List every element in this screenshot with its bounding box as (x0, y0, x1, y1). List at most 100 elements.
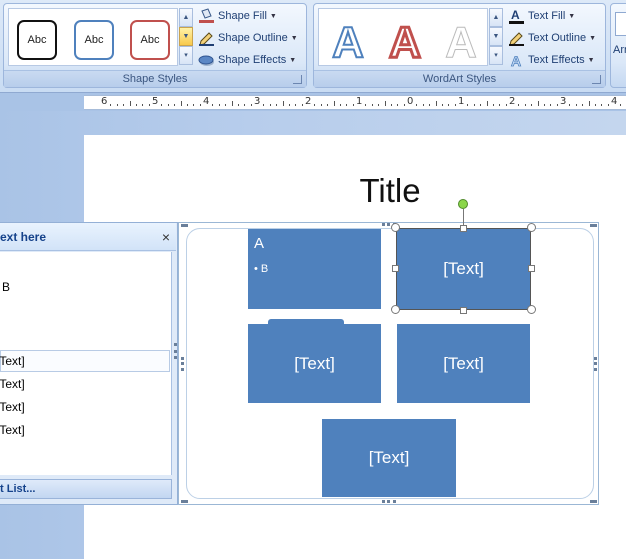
resize-handle-bottom[interactable] (460, 307, 467, 314)
ruler-tick (346, 104, 348, 106)
text-pane: ext here × B [Text] [Text] [Text] [Text]… (0, 222, 178, 505)
shape-fill-button[interactable]: Shape Fill ▼ (198, 6, 277, 26)
shape-effects-button[interactable]: Shape Effects ▼ (198, 50, 296, 70)
resize-handle-bl[interactable] (391, 305, 400, 314)
ruler-tick (295, 104, 297, 106)
text-pane-line[interactable]: [Text] (0, 397, 25, 417)
ruler-tick (142, 104, 144, 106)
arrange-icon[interactable] (615, 12, 626, 36)
wordart-preset-3[interactable]: A (436, 18, 486, 68)
shape-style-preset-2[interactable]: Abc (74, 20, 114, 60)
ruler-tick (454, 104, 456, 106)
ruler-tick (416, 104, 418, 106)
wordart-preset-1[interactable]: A (323, 17, 373, 68)
text-pane-line-text: [Text] (0, 423, 25, 437)
text-pane-line[interactable]: [Text] (0, 420, 25, 440)
smartart-shape[interactable]: [Text] (248, 324, 381, 403)
text-fill-button[interactable]: A Text Fill ▼ (508, 6, 575, 26)
shape-text: [Text] (368, 448, 410, 467)
smartart-shape[interactable]: [Text] (322, 419, 456, 497)
wordart-preset-label: A (331, 17, 365, 68)
text-fill-icon: A (508, 8, 525, 24)
ruler-tick (339, 104, 341, 106)
ruler-tick (390, 104, 392, 106)
ruler-tick (575, 104, 577, 106)
frame-corner-tr[interactable] (590, 224, 596, 227)
shape-effects-icon (198, 52, 215, 68)
close-icon[interactable]: × (162, 229, 170, 245)
ruler-tick (110, 104, 112, 106)
shape-style-preset-1[interactable]: Abc (17, 20, 57, 60)
ribbon: Abc Abc Abc ▲ ▼ ▾ Shape Fill ▼ Shape Outl… (0, 0, 626, 93)
ruler-tick (218, 104, 220, 106)
rotation-handle[interactable] (458, 199, 468, 209)
frame-grip-right[interactable] (594, 357, 597, 371)
dialog-launcher-icon[interactable] (592, 75, 601, 84)
dialog-launcher-icon[interactable] (293, 75, 302, 84)
gallery-more-button[interactable]: ▾ (179, 46, 193, 65)
shape-text: [Text] (443, 259, 484, 278)
horizontal-ruler[interactable]: 6 5 4 3 2 1 0 1 2 3 4 (84, 95, 626, 110)
ruler-tick (320, 104, 322, 106)
shape-outline-button[interactable]: Shape Outline ▼ (198, 28, 298, 48)
text-pane-body[interactable]: B [Text] [Text] [Text] [Text] (0, 252, 172, 475)
text-outline-button[interactable]: Text Outline ▼ (508, 28, 596, 48)
resize-handle-top[interactable] (460, 225, 467, 232)
ruler-tick (123, 104, 125, 106)
smartart-shape-selected[interactable]: [Text] (396, 228, 531, 310)
wordart-gallery-scroll: ▲ ▼ ▾ (489, 8, 503, 66)
gallery-up-button[interactable]: ▲ (179, 8, 193, 27)
text-pane-line[interactable]: [Text] (0, 351, 25, 371)
arrange-label[interactable]: Arr (613, 44, 626, 56)
text-pane-line[interactable]: B (2, 277, 10, 297)
shape-text: [Text] (294, 353, 335, 373)
text-pane-line[interactable]: [Text] (0, 374, 25, 394)
shape-heading: A (254, 235, 265, 252)
ruler-tick (582, 104, 584, 106)
chevron-down-icon: ▼ (589, 34, 597, 42)
ruler-number: 0 (407, 96, 414, 107)
ruler-tick (282, 101, 284, 106)
ruler-number: 3 (560, 96, 567, 107)
ruler-tick (499, 104, 501, 106)
frame-corner-tl[interactable] (181, 224, 187, 227)
slide-title[interactable]: Title (300, 172, 480, 210)
shape-styles-gallery: Abc Abc Abc (8, 8, 178, 66)
text-effects-label: Text Effects (528, 54, 585, 66)
frame-grip-left[interactable] (181, 357, 184, 371)
arrange-group: Arr (610, 3, 626, 88)
shape-fill-label: Shape Fill (218, 10, 267, 22)
shape-bullet-text: B (260, 263, 269, 275)
wordart-preset-2[interactable]: A (380, 17, 430, 69)
ruler-tick (225, 104, 227, 106)
text-pane-active-line[interactable] (0, 350, 170, 372)
ruler-tick (161, 104, 163, 106)
frame-grip-bottom[interactable] (382, 500, 396, 503)
ruler-tick (448, 104, 450, 106)
change-list-link[interactable]: t List... (0, 479, 172, 499)
ruler-tick (556, 104, 558, 106)
ruler-tick (174, 104, 176, 106)
ruler-tick (199, 104, 201, 106)
text-pane-title: ext here (0, 230, 47, 244)
ruler-number: 6 (101, 96, 108, 107)
chevron-down-icon: ▼ (290, 34, 298, 42)
shape-style-preset-3[interactable]: Abc (130, 20, 170, 60)
resize-handle-tl[interactable] (391, 223, 400, 232)
frame-corner-bl[interactable] (181, 500, 187, 503)
frame-corner-br[interactable] (590, 500, 596, 503)
resize-handle-tr[interactable] (527, 223, 536, 232)
pane-resize-grip[interactable] (174, 343, 177, 359)
gallery-down-button[interactable]: ▼ (179, 27, 193, 46)
resize-handle-left[interactable] (392, 265, 399, 272)
gallery-up-button[interactable]: ▲ (489, 8, 503, 27)
resize-handle-right[interactable] (528, 265, 535, 272)
text-effects-button[interactable]: A Text Effects ▼ (508, 50, 595, 70)
smartart-shape-a[interactable]: A • B (248, 229, 381, 309)
gallery-down-button[interactable]: ▼ (489, 27, 503, 46)
ruler-tick (288, 104, 290, 106)
smartart-shape[interactable]: [Text] (397, 324, 530, 403)
ruler-tick (422, 104, 424, 106)
gallery-more-button[interactable]: ▾ (489, 46, 503, 65)
resize-handle-br[interactable] (527, 305, 536, 314)
